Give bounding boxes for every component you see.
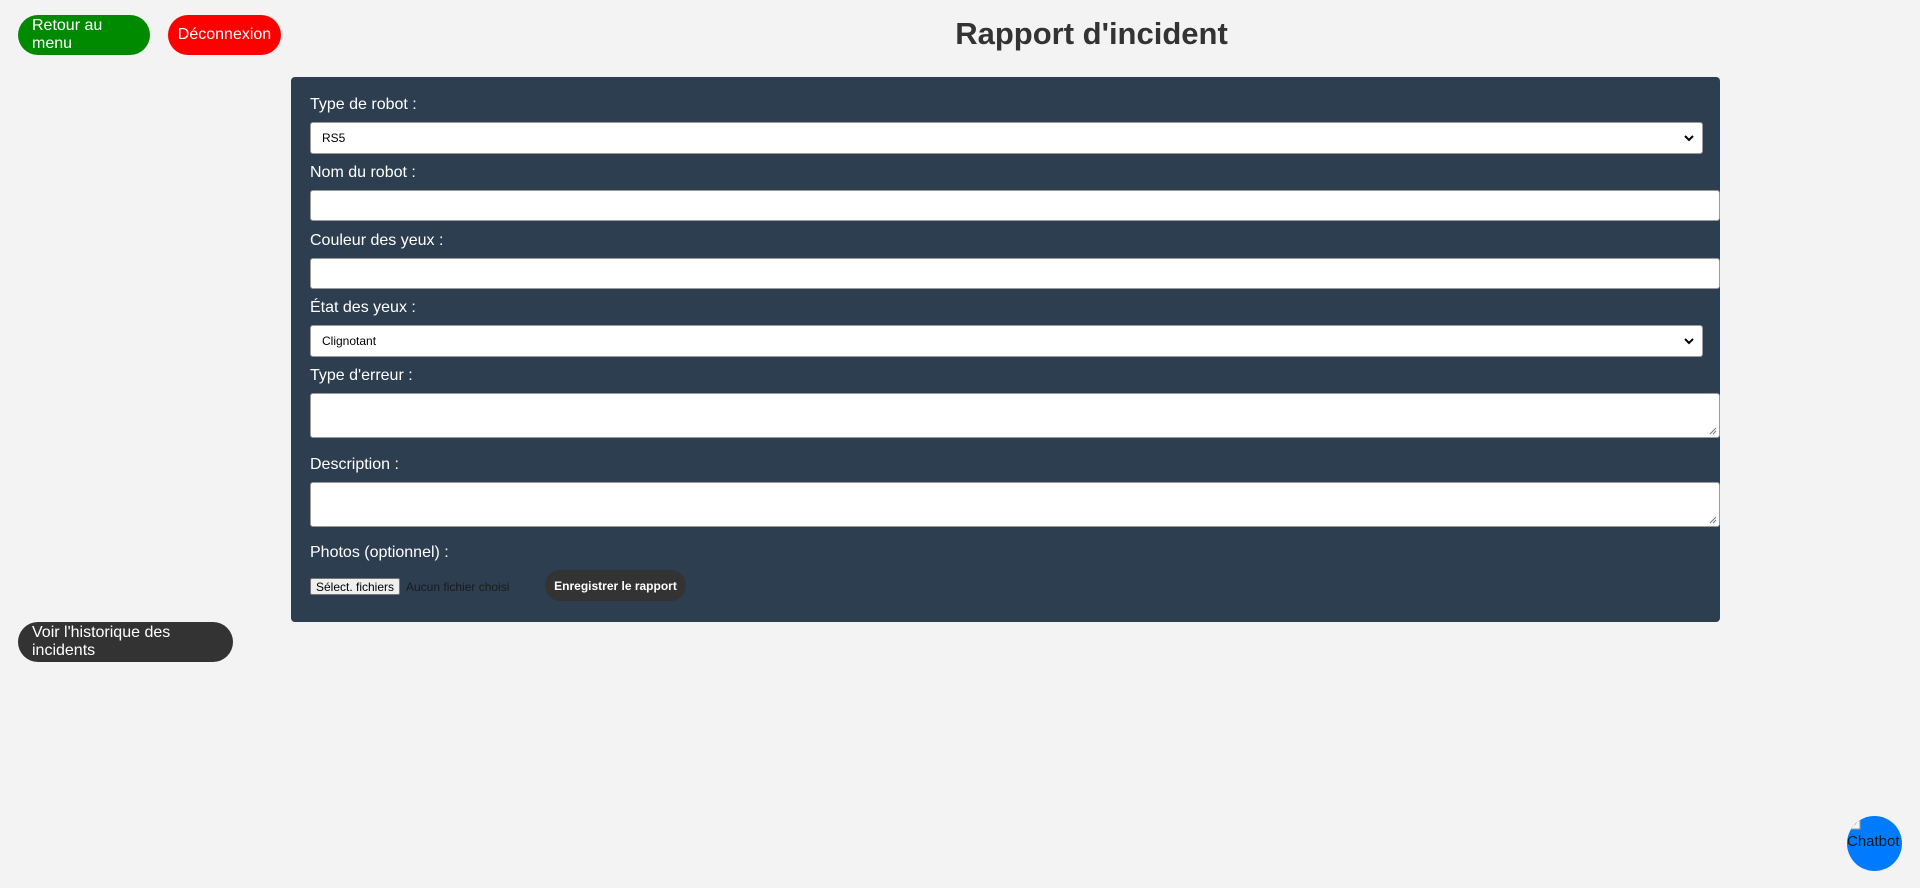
robot-name-input[interactable] — [310, 190, 1720, 221]
error-type-label: Type d'erreur : — [310, 367, 413, 384]
save-report-button[interactable]: Enregistrer le rapport — [545, 570, 686, 601]
choose-files-button[interactable]: Sélect. fichiers — [310, 578, 400, 595]
file-status-text: Aucun fichier choisi — [406, 580, 510, 594]
description-label: Description : — [310, 456, 399, 473]
incident-form: Type de robot : RS5 Nom du robot : Coule… — [291, 77, 1720, 622]
eye-state-label: État des yeux : — [310, 299, 416, 316]
eye-color-input[interactable] — [310, 258, 1720, 289]
chatbot-button[interactable]: Chatbot — [1847, 816, 1902, 871]
resize-handle-icon[interactable] — [1708, 426, 1717, 435]
robot-type-value: RS5 — [322, 131, 346, 145]
description-textarea[interactable] — [310, 482, 1720, 527]
resize-handle-icon[interactable] — [1708, 515, 1717, 524]
robot-type-select[interactable]: RS5 — [310, 122, 1703, 154]
page-title: Rapport d'incident — [955, 16, 1228, 51]
eye-state-value: Clignotant — [322, 334, 377, 348]
photos-label: Photos (optionnel) : — [310, 544, 449, 561]
eye-color-label: Couleur des yeux : — [310, 232, 444, 249]
robot-type-label: Type de robot : — [310, 96, 417, 113]
robot-name-label: Nom du robot : — [310, 164, 416, 181]
eye-state-select[interactable]: Clignotant — [310, 325, 1703, 357]
broken-image-icon — [1847, 816, 1861, 830]
chevron-down-icon — [1684, 135, 1694, 142]
chevron-down-icon — [1684, 338, 1694, 345]
chatbot-alt-text: Chatbot — [1847, 833, 1900, 850]
error-type-textarea[interactable] — [310, 393, 1720, 438]
incident-history-button[interactable]: Voir l'historique des incidents — [18, 622, 233, 662]
